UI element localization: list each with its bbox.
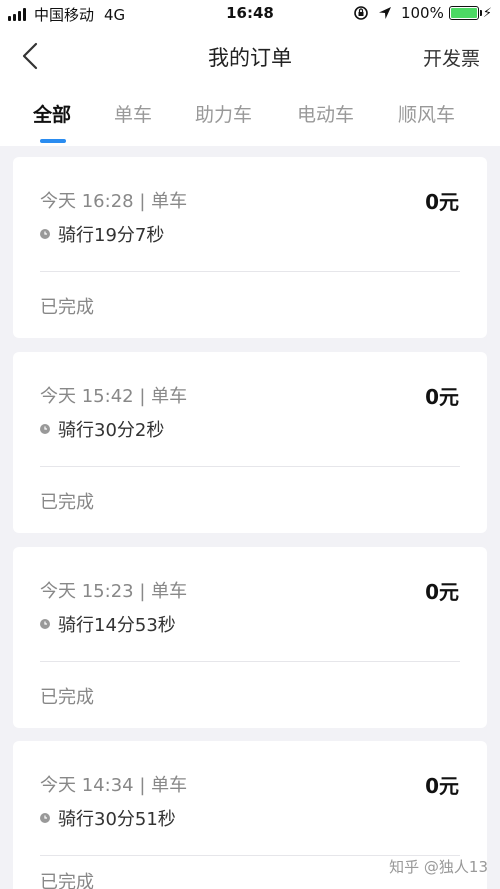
- invoice-button[interactable]: 开发票: [423, 44, 480, 71]
- clock-icon: [40, 619, 50, 629]
- order-card[interactable]: 今天 16:28 | 单车 0元 骑行19分7秒 已完成: [13, 157, 487, 338]
- card-divider: [40, 661, 460, 662]
- order-duration-row: 骑行14分53秒: [40, 611, 176, 637]
- order-price: 0元: [425, 385, 459, 409]
- clock-icon: [40, 813, 50, 823]
- order-duration: 骑行19分7秒: [58, 225, 165, 246]
- orientation-lock-icon: [354, 6, 368, 20]
- battery-icon: [448, 6, 482, 20]
- card-divider: [40, 466, 460, 467]
- battery-percent: 100%: [400, 4, 444, 22]
- tab-assist-bike[interactable]: 助力车: [195, 100, 252, 127]
- order-status: 已完成: [40, 297, 94, 318]
- tab-carpool[interactable]: 顺风车: [398, 100, 455, 127]
- order-status: 已完成: [40, 492, 94, 513]
- clock-icon: [40, 229, 50, 239]
- status-right: 100% ⚡: [353, 4, 492, 22]
- order-duration: 骑行30分51秒: [58, 809, 176, 830]
- back-button[interactable]: [14, 36, 50, 76]
- card-divider: [40, 271, 460, 272]
- clock-icon: [40, 424, 50, 434]
- tab-active-indicator: [40, 139, 66, 143]
- order-tabs: 全部 单车 助力车 电动车 顺风车: [0, 95, 500, 145]
- order-card[interactable]: 今天 15:23 | 单车 0元 骑行14分53秒 已完成: [13, 547, 487, 728]
- order-duration: 骑行30分2秒: [58, 420, 165, 441]
- order-price: 0元: [425, 190, 459, 214]
- order-time: 今天 14:34 | 单车: [40, 775, 188, 796]
- tab-all[interactable]: 全部: [33, 100, 71, 127]
- order-price: 0元: [425, 774, 459, 798]
- status-bar: 中国移动 4G 16:48 100% ⚡: [0, 0, 500, 28]
- charging-icon: ⚡: [482, 5, 492, 21]
- order-card[interactable]: 今天 15:42 | 单车 0元 骑行30分2秒 已完成: [13, 352, 487, 533]
- location-icon: [378, 7, 391, 19]
- header-area: 中国移动 4G 16:48 100% ⚡ 我的订单 开发票 全部 单车 助力车 …: [0, 0, 500, 146]
- order-status: 已完成: [40, 872, 94, 889]
- order-time: 今天 15:23 | 单车: [40, 581, 188, 602]
- order-status: 已完成: [40, 687, 94, 708]
- order-time: 今天 16:28 | 单车: [40, 191, 188, 212]
- order-duration-row: 骑行30分51秒: [40, 805, 176, 831]
- order-duration-row: 骑行30分2秒: [40, 416, 164, 442]
- order-duration: 骑行14分53秒: [58, 615, 176, 636]
- tab-bike[interactable]: 单车: [114, 100, 152, 127]
- tab-ebike[interactable]: 电动车: [297, 100, 354, 127]
- order-duration-row: 骑行19分7秒: [40, 221, 164, 247]
- order-price: 0元: [425, 580, 459, 604]
- watermark: 知乎 @独人13: [389, 858, 488, 876]
- order-time: 今天 15:42 | 单车: [40, 386, 188, 407]
- chevron-left-icon: [22, 42, 38, 70]
- nav-bar: 我的订单 开发票: [0, 28, 500, 84]
